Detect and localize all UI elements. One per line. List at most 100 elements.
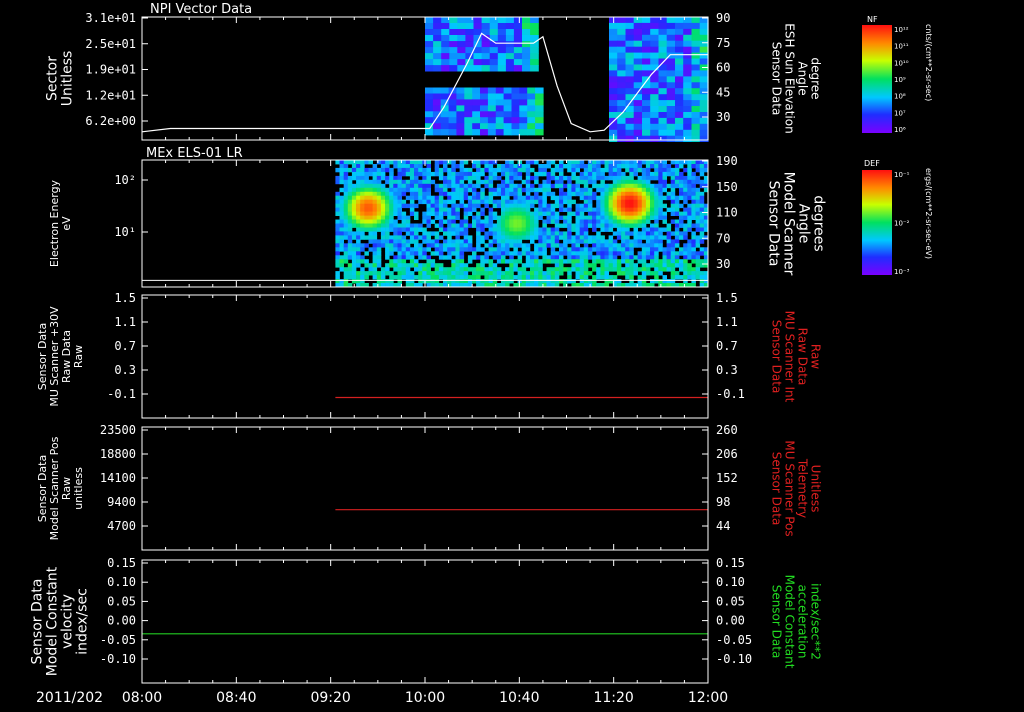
els-cell — [335, 239, 340, 244]
els-cell — [579, 160, 585, 165]
els-cell — [699, 191, 705, 197]
els-cell — [695, 227, 701, 232]
els-cell — [534, 199, 539, 205]
els-cell — [339, 227, 344, 232]
els-cell — [550, 227, 556, 232]
npi-cell — [519, 99, 528, 106]
els-cell — [542, 183, 547, 189]
els-cell — [654, 160, 659, 165]
els-cell — [637, 279, 643, 284]
els-cell — [542, 203, 547, 209]
y-tick-label: 1.2e+01 — [85, 88, 136, 102]
els-cell — [650, 183, 655, 189]
y-tick-label: 1.5 — [114, 291, 136, 305]
els-cell — [587, 175, 593, 181]
els-cell — [443, 199, 448, 205]
npi-cell — [457, 29, 466, 36]
els-cell — [550, 219, 556, 224]
els-cell — [583, 279, 589, 284]
els-cell — [592, 215, 597, 220]
els-cell — [360, 219, 365, 224]
els-cell — [538, 275, 543, 280]
els-cell — [438, 203, 444, 209]
els-cell — [592, 167, 597, 173]
els-cell — [608, 267, 614, 272]
els-cell — [621, 267, 626, 272]
els-cell — [459, 160, 465, 165]
els-cell — [372, 171, 378, 177]
els-cell — [372, 263, 378, 268]
npi-cell — [522, 59, 531, 66]
els-cell — [521, 199, 527, 205]
els-cell — [405, 255, 411, 260]
npi-cell — [489, 29, 499, 36]
npi-cell — [456, 129, 465, 136]
panel-2: 10²10¹1901501107030Electron Energy eV Sens… — [48, 154, 827, 288]
els-cell — [451, 199, 456, 205]
npi-cell — [530, 65, 539, 72]
els-cell — [534, 207, 539, 212]
els-cell — [559, 191, 564, 197]
els-cell — [687, 227, 692, 232]
els-cell — [480, 255, 485, 260]
els-cell — [509, 259, 514, 264]
els-cell — [513, 267, 518, 272]
els-cell — [459, 275, 465, 280]
els-cell — [517, 211, 523, 216]
els-cell — [488, 199, 494, 205]
els-cell — [629, 171, 634, 177]
els-cell — [641, 231, 647, 236]
els-cell — [625, 199, 630, 205]
npi-cell — [691, 76, 701, 83]
els-cell — [517, 223, 523, 228]
els-cell — [600, 199, 605, 205]
els-cell — [600, 271, 605, 276]
els-cell — [604, 259, 609, 264]
els-cell — [360, 183, 365, 189]
els-cell — [670, 187, 676, 193]
npi-cell — [522, 53, 531, 60]
els-cell — [496, 167, 502, 173]
els-cell — [351, 223, 357, 228]
els-cell — [434, 160, 440, 165]
els-cell — [430, 279, 436, 284]
els-cell — [666, 195, 672, 201]
els-cell — [608, 167, 614, 173]
y2-axis-label-line: Sensor Data — [766, 181, 782, 267]
npi-cell — [495, 129, 505, 136]
npi-cell — [513, 41, 523, 48]
y2-tick-label: 0.3 — [716, 363, 738, 377]
els-cell — [414, 187, 419, 193]
els-cell — [641, 187, 647, 193]
els-cell — [480, 259, 485, 264]
els-cell — [666, 167, 672, 173]
els-cell — [385, 223, 390, 228]
els-cell — [530, 167, 535, 173]
npi-cell — [440, 87, 450, 94]
y-axis-label-right: Sensor Data ESH Sun Elevation Angle degree — [770, 23, 823, 133]
els-cell — [430, 179, 436, 185]
els-cell — [637, 215, 643, 220]
els-cell — [401, 179, 407, 185]
els-cell — [401, 263, 407, 268]
npi-cell — [433, 59, 442, 66]
npi-cell — [440, 129, 450, 136]
els-cell — [616, 187, 622, 193]
els-cell — [414, 243, 419, 248]
els-cell — [492, 199, 498, 205]
els-cell — [476, 267, 481, 272]
els-cell — [385, 243, 390, 248]
els-cell — [422, 263, 427, 268]
els-cell — [616, 243, 622, 248]
npi-cell — [519, 87, 528, 94]
npi-cell — [699, 135, 709, 142]
npi-cell — [683, 34, 693, 42]
els-cell — [583, 203, 589, 209]
els-cell — [389, 183, 394, 189]
els-cell — [637, 164, 643, 169]
npi-cell — [642, 52, 651, 59]
npi-cell — [633, 94, 643, 101]
els-cell — [687, 275, 692, 280]
els-cell — [414, 239, 419, 244]
els-cell — [480, 211, 485, 216]
